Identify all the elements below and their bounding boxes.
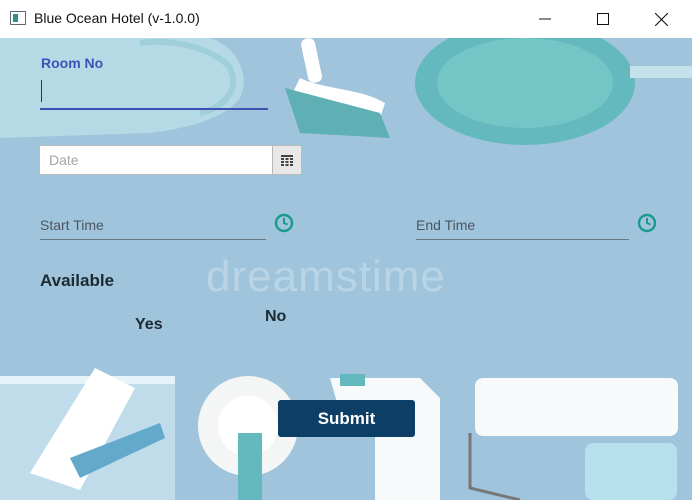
text-caret bbox=[41, 80, 42, 102]
available-no-option[interactable]: No bbox=[265, 308, 286, 326]
maximize-button[interactable] bbox=[580, 0, 626, 38]
room-no-label: Room No bbox=[41, 55, 104, 71]
close-button[interactable] bbox=[638, 0, 684, 38]
end-time-field[interactable]: End Time bbox=[416, 213, 629, 240]
maximize-icon bbox=[597, 13, 609, 25]
submit-button[interactable]: Submit bbox=[278, 400, 415, 437]
date-picker[interactable] bbox=[39, 145, 301, 175]
close-icon bbox=[654, 12, 668, 26]
room-no-input[interactable] bbox=[40, 76, 268, 110]
clock-icon[interactable] bbox=[274, 213, 294, 233]
clock-icon[interactable] bbox=[637, 213, 657, 233]
start-time-label: Start Time bbox=[40, 217, 104, 233]
title-bar: Blue Ocean Hotel (v-1.0.0) bbox=[0, 0, 692, 38]
available-label: Available bbox=[40, 271, 115, 290]
minimize-button[interactable] bbox=[522, 0, 568, 38]
calendar-button[interactable] bbox=[272, 146, 301, 174]
watermark-text: dreamstime bbox=[206, 252, 446, 301]
window-title: Blue Ocean Hotel (v-1.0.0) bbox=[34, 10, 200, 26]
available-yes-option[interactable]: Yes bbox=[135, 316, 163, 334]
end-time-label: End Time bbox=[416, 217, 476, 233]
calendar-icon bbox=[281, 154, 293, 166]
app-icon bbox=[10, 11, 26, 25]
date-input[interactable] bbox=[40, 146, 272, 174]
start-time-field[interactable]: Start Time bbox=[40, 213, 266, 240]
app-window: Blue Ocean Hotel (v-1.0.0) dreamstime Ro… bbox=[0, 0, 692, 500]
minimize-icon bbox=[539, 18, 551, 20]
